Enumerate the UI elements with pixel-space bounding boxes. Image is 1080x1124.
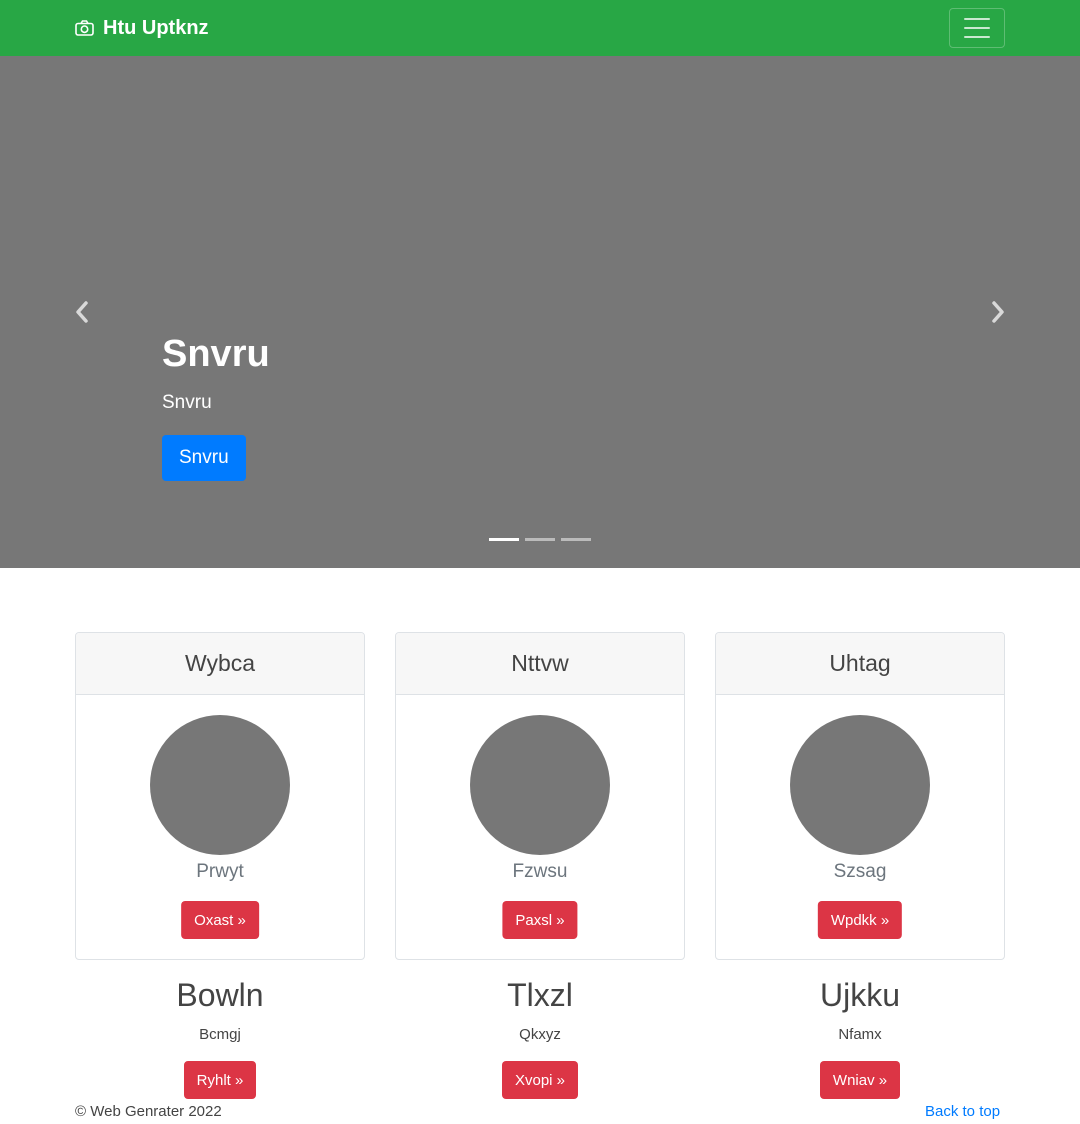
card-button[interactable]: Wpdkk » xyxy=(817,901,903,939)
column-button[interactable]: Xvopi » xyxy=(501,1061,579,1100)
card-subtitle: Fzwsu xyxy=(512,861,568,882)
camera-icon xyxy=(75,20,94,36)
avatar-placeholder xyxy=(470,715,610,855)
avatar-placeholder xyxy=(790,715,930,855)
hero-carousel: Snvru Snvru Snvru xyxy=(0,56,1080,568)
carousel-caption: Snvru Snvru Snvru xyxy=(162,332,270,481)
card-subtitle: Prwyt xyxy=(196,861,244,882)
card-button[interactable]: Oxast » xyxy=(181,901,259,939)
chevron-left-icon[interactable] xyxy=(72,298,92,326)
brand-link[interactable]: Htu Uptknz xyxy=(75,0,209,56)
feature-column: Bowln Bcmgj Ryhlt » xyxy=(75,976,365,1100)
column-text: Bcmgj xyxy=(199,1026,241,1044)
column-text: Nfamx xyxy=(838,1026,882,1044)
carousel-cta-button[interactable]: Snvru xyxy=(162,434,246,481)
carousel-indicators xyxy=(489,538,591,541)
carousel-text: Snvru xyxy=(162,391,212,413)
hamburger-icon-bar xyxy=(964,36,990,38)
column-text: Qkxyz xyxy=(519,1026,561,1044)
chevron-right-icon[interactable] xyxy=(988,298,1008,326)
column-heading: Bowln xyxy=(176,977,264,1013)
carousel-title: Snvru xyxy=(162,333,270,375)
carousel-indicator-2[interactable] xyxy=(525,538,555,541)
carousel-indicator-1[interactable] xyxy=(489,538,519,541)
brand-name: Htu Uptknz xyxy=(103,16,209,39)
card-button[interactable]: Paxsl » xyxy=(502,901,578,939)
back-to-top-link[interactable]: Back to top xyxy=(925,1103,1000,1120)
hamburger-icon-bar xyxy=(964,18,990,20)
card: Nttvw Fzwsu Paxsl » xyxy=(395,632,685,960)
card: Uhtag Szsag Wpdkk » xyxy=(715,632,1005,960)
card: Wybca Prwyt Oxast » xyxy=(75,632,365,960)
card-header: Nttvw xyxy=(396,633,684,695)
feature-column: Ujkku Nfamx Wniav » xyxy=(715,976,1005,1100)
column-heading: Ujkku xyxy=(819,977,900,1013)
feature-column: Tlxzl Qkxyz Xvopi » xyxy=(395,976,685,1100)
column-button[interactable]: Ryhlt » xyxy=(183,1061,257,1100)
carousel-indicator-3[interactable] xyxy=(561,538,591,541)
card-subtitle: Szsag xyxy=(833,861,887,882)
navbar-toggler-button[interactable] xyxy=(949,8,1005,48)
navbar: Htu Uptknz xyxy=(0,0,1080,56)
card-header: Wybca xyxy=(76,633,364,695)
avatar-placeholder xyxy=(150,715,290,855)
footer-copyright: © Web Genrater 2022 xyxy=(75,1103,222,1120)
column-heading: Tlxzl xyxy=(507,977,573,1013)
column-button[interactable]: Wniav » xyxy=(819,1061,901,1100)
card-header: Uhtag xyxy=(716,633,1004,695)
hamburger-icon-bar xyxy=(964,27,990,29)
